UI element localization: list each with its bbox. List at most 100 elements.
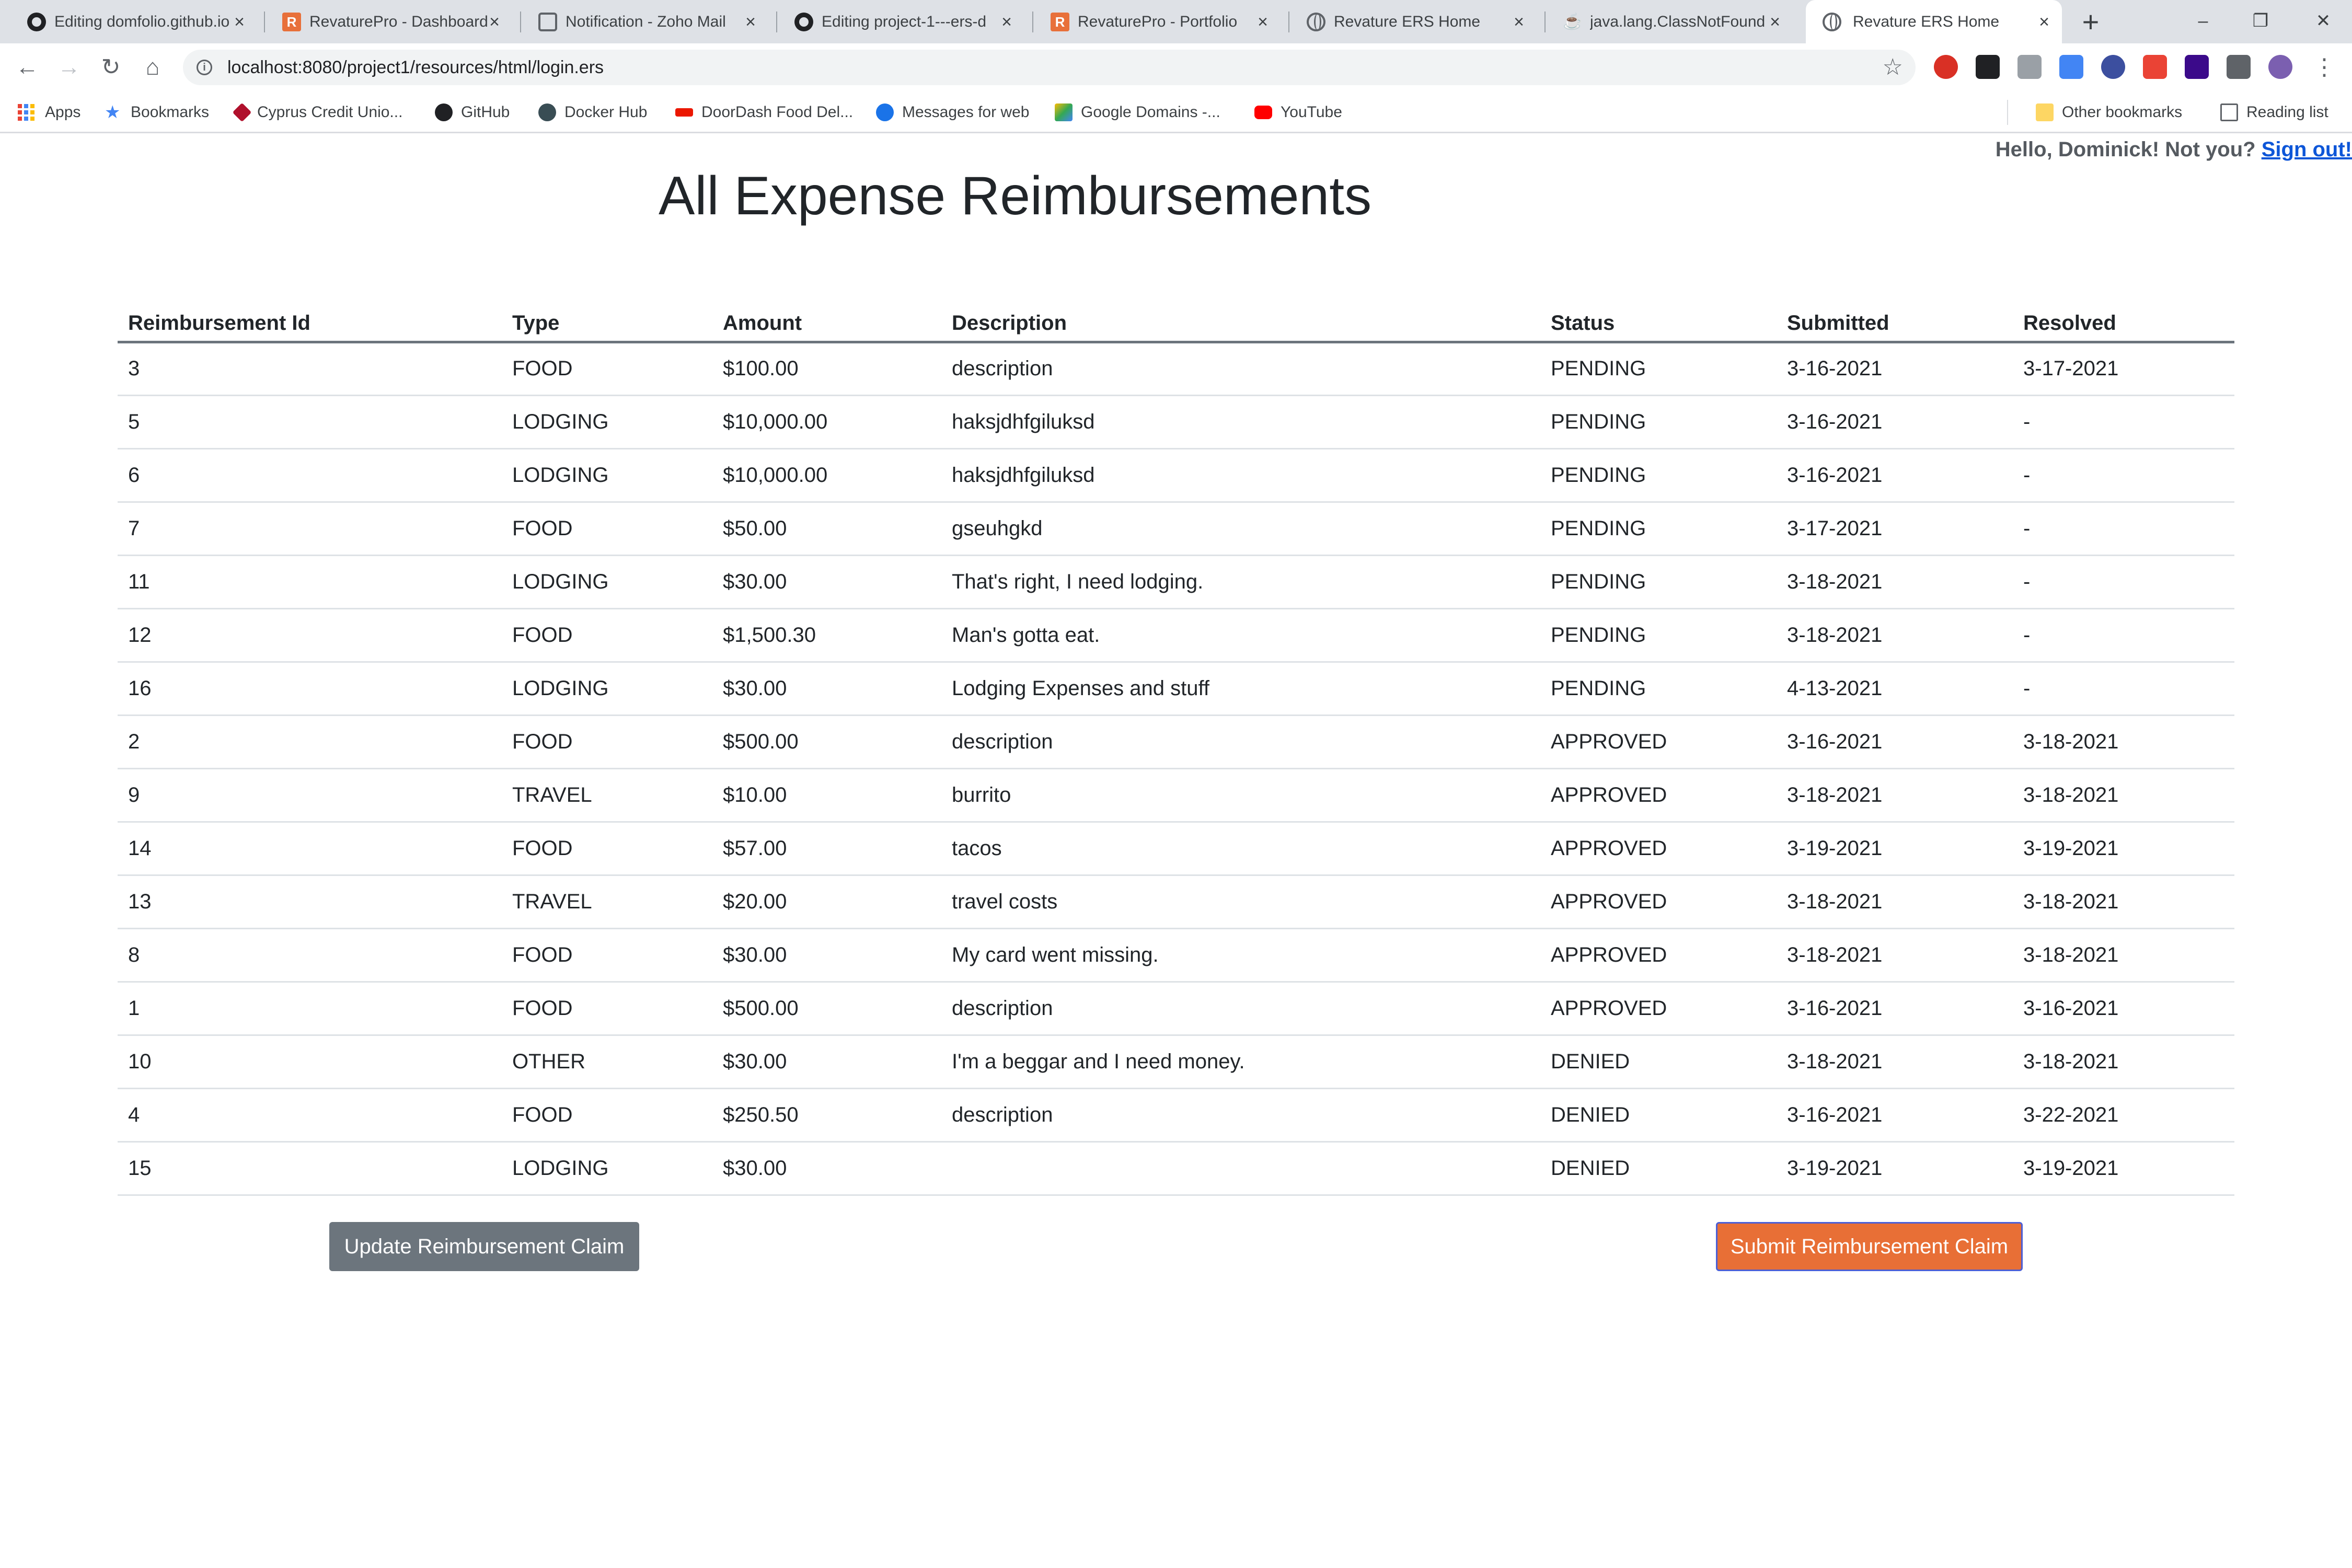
cell-resolved: 3-18-2021 xyxy=(2013,875,2234,929)
cell-description: That's right, I need lodging. xyxy=(941,555,1540,609)
table-row[interactable]: 16 LODGING $30.00 Lodging Expenses and stuf… xyxy=(118,662,2234,716)
close-icon[interactable]: × xyxy=(1765,11,1785,32)
extension-icon[interactable] xyxy=(2143,55,2167,79)
tab-zoho-mail[interactable]: Notification - Zoho Mail × xyxy=(538,0,768,43)
cell-status: PENDING xyxy=(1540,395,1777,449)
bookmark-docker[interactable]: Docker Hub xyxy=(538,100,647,125)
cell-id: 12 xyxy=(118,608,502,663)
table-row[interactable]: 10 OTHER $30.00 I'm a beggar and I need mon… xyxy=(118,1035,2234,1089)
column-header: Amount xyxy=(712,292,941,343)
cell-description: haksjdhfgiluksd xyxy=(941,395,1540,449)
restore-icon[interactable]: ❐ xyxy=(2237,5,2284,37)
reading-list[interactable]: Reading list xyxy=(2220,100,2328,125)
column-header: Reimbursement Id xyxy=(118,292,502,343)
docker-icon xyxy=(538,103,556,121)
bookmark-youtube[interactable]: YouTube xyxy=(1254,100,1342,125)
close-icon[interactable]: × xyxy=(1508,11,1529,32)
zoho-icon xyxy=(538,13,557,31)
column-header: Submitted xyxy=(1777,292,2013,343)
table-row[interactable]: 9 TRAVEL $10.00 burrito APPROVED 3-18-2021 3-1… xyxy=(118,768,2234,823)
tab-revaturepro-portfolio[interactable]: R RevaturePro - Portfolio × xyxy=(1051,0,1281,43)
close-icon[interactable]: × xyxy=(2034,11,2055,32)
reload-icon[interactable]: ↻ xyxy=(95,52,126,83)
folder-icon xyxy=(2036,103,2054,121)
minimize-icon[interactable]: – xyxy=(2180,5,2227,37)
sign-out-link[interactable]: Sign out! xyxy=(2262,138,2352,161)
address-bar[interactable]: i localhost:8080/project1/resources/html… xyxy=(183,50,1916,85)
close-icon[interactable]: × xyxy=(1252,11,1273,32)
adblock-icon[interactable] xyxy=(1934,55,1958,79)
tab-ers-home-active[interactable]: Revature ERS Home × xyxy=(1806,0,2062,43)
globe-icon xyxy=(1823,13,1841,31)
cell-status: PENDING xyxy=(1540,555,1777,609)
table-row[interactable]: 3 FOOD $100.00 description PENDING 3-16-2021 3… xyxy=(118,342,2234,396)
table-row[interactable]: 2 FOOD $500.00 description APPROVED 3-16-2021… xyxy=(118,715,2234,769)
table-row[interactable]: 1 FOOD $500.00 description APPROVED 3-16-2021… xyxy=(118,982,2234,1036)
close-icon[interactable]: × xyxy=(996,11,1017,32)
cell-status: PENDING xyxy=(1540,342,1777,396)
bookmark-other[interactable]: Other bookmarks xyxy=(2036,100,2182,125)
cell-submitted: 4-13-2021 xyxy=(1777,662,2013,716)
back-icon[interactable]: ← xyxy=(11,52,43,83)
cell-resolved: - xyxy=(2013,555,2234,609)
cell-status: PENDING xyxy=(1540,662,1777,716)
table-row[interactable]: 11 LODGING $30.00 That's right, I need lodg… xyxy=(118,555,2234,609)
cell-amount: $500.00 xyxy=(712,715,941,769)
cell-id: 9 xyxy=(118,768,502,823)
table-row[interactable]: 5 LODGING $10,000.00 haksjdhfgiluksd PENDING… xyxy=(118,395,2234,449)
bookmark-google-domains[interactable]: Google Domains -... xyxy=(1055,100,1220,125)
bookmark-github[interactable]: GitHub xyxy=(435,100,510,125)
avatar[interactable] xyxy=(2268,55,2292,79)
bookmark-star-icon[interactable]: ☆ xyxy=(1883,54,1903,80)
tab-java-error[interactable]: ☕ java.lang.ClassNotFound × xyxy=(1563,0,1793,43)
cell-type: FOOD xyxy=(502,342,712,396)
bookmark-doordash[interactable]: DoorDash Food Del... xyxy=(675,100,853,125)
bookmark-bookmarks[interactable]: ★ Bookmarks xyxy=(105,100,209,125)
window-close-icon[interactable]: ✕ xyxy=(2300,5,2347,37)
extension-icon[interactable] xyxy=(2017,55,2042,79)
cell-resolved: 3-19-2021 xyxy=(2013,822,2234,876)
cell-id: 13 xyxy=(118,875,502,929)
site-info-icon[interactable]: i xyxy=(197,60,212,75)
extension-icon[interactable] xyxy=(2101,55,2125,79)
bookmark-label: Bookmarks xyxy=(131,103,210,121)
table-row[interactable]: 14 FOOD $57.00 tacos APPROVED 3-19-2021 3-19-2… xyxy=(118,822,2234,876)
cell-type: OTHER xyxy=(502,1035,712,1089)
bookmark-label: Reading list xyxy=(2246,103,2328,121)
cell-id: 14 xyxy=(118,822,502,876)
submit-reimbursement-button[interactable]: Submit Reimbursement Claim xyxy=(1716,1222,2023,1271)
tab-github-domfolio[interactable]: Editing domfolio.github.io × xyxy=(27,0,257,43)
bookmark-messages[interactable]: Messages for web xyxy=(876,100,1029,125)
translate-icon[interactable] xyxy=(2059,55,2083,79)
url-text[interactable]: localhost:8080/project1/resources/html/l… xyxy=(227,57,604,78)
update-reimbursement-button[interactable]: Update Reimbursement Claim xyxy=(329,1222,639,1271)
cell-amount: $250.50 xyxy=(712,1088,941,1143)
new-tab-icon[interactable]: + xyxy=(2076,7,2105,37)
bookmark-cyprus[interactable]: Cyprus Credit Unio... xyxy=(232,100,402,125)
menu-icon[interactable]: ⋮ xyxy=(2313,54,2336,80)
puzzle-icon[interactable] xyxy=(2227,55,2251,79)
bookmark-apps[interactable]: Apps xyxy=(18,100,80,125)
cell-description: Lodging Expenses and stuff xyxy=(941,662,1540,716)
home-icon[interactable]: ⌂ xyxy=(137,52,168,83)
close-icon[interactable]: × xyxy=(229,11,250,32)
cell-description: My card went missing. xyxy=(941,928,1540,983)
cell-type: LODGING xyxy=(502,662,712,716)
table-row[interactable]: 4 FOOD $250.50 description DENIED 3-16-2021 3-… xyxy=(118,1088,2234,1143)
extension-icon[interactable] xyxy=(2185,55,2209,79)
table-row[interactable]: 6 LODGING $10,000.00 haksjdhfgiluksd PENDING… xyxy=(118,448,2234,503)
table-row[interactable]: 7 FOOD $50.00 gseuhgkd PENDING 3-17-2021- xyxy=(118,502,2234,556)
forward-icon[interactable]: → xyxy=(53,52,85,83)
bookmark-label: Apps xyxy=(45,103,81,121)
table-row[interactable]: 15 LODGING $30.00 DENIED 3-19-2021 3-19-2021 xyxy=(118,1142,2234,1196)
table-row[interactable]: 12 FOOD $1,500.30 Man's gotta eat. PENDING 3-… xyxy=(118,608,2234,663)
table-row[interactable]: 8 FOOD $30.00 My card went missing. APPROVED… xyxy=(118,928,2234,983)
close-icon[interactable]: × xyxy=(740,11,761,32)
cell-resolved: - xyxy=(2013,395,2234,449)
close-icon[interactable]: × xyxy=(484,11,505,32)
tab-github-project[interactable]: Editing project-1---ers-d × xyxy=(794,0,1024,43)
tab-ers-home[interactable]: Revature ERS Home × xyxy=(1307,0,1537,43)
table-row[interactable]: 13 TRAVEL $20.00 travel costs APPROVED 3-18-2… xyxy=(118,875,2234,929)
extension-icon[interactable] xyxy=(1976,55,2000,79)
tab-revaturepro-dashboard[interactable]: R RevaturePro - Dashboard × xyxy=(282,0,512,43)
